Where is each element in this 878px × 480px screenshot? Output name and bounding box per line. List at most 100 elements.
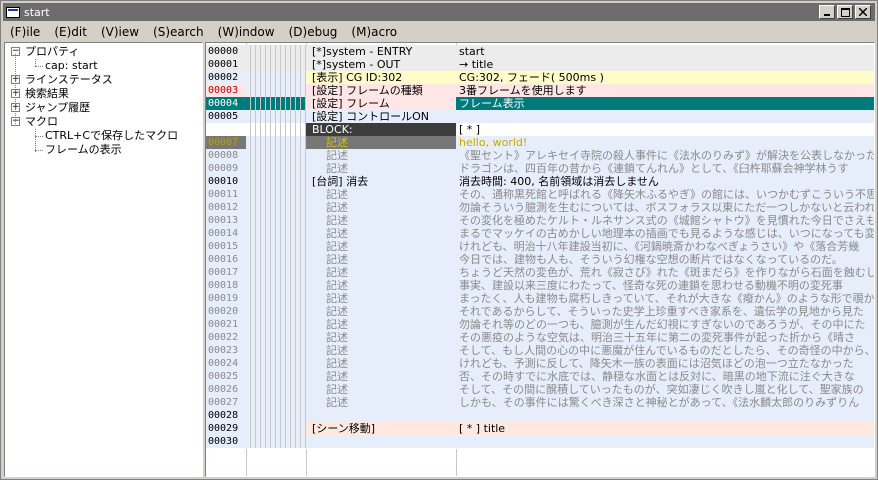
- argument-cell[interactable]: 《聖セント》アレキセイ寺院の殺人事件に《法水のりみず》が解決を公表しなかった: [456, 149, 874, 162]
- argument-cell[interactable]: しかも、その事件には驚くべき深さと神秘とがあって、《法水麟太郎のりみずりん: [456, 396, 874, 409]
- command-cell[interactable]: [306, 435, 456, 448]
- table-row[interactable]: 00003 [設定] フレームの種類 3番フレームを使用します: [206, 84, 874, 98]
- tree-item[interactable]: cap: start: [45, 59, 98, 73]
- argument-cell[interactable]: 3番フレームを使用します: [456, 84, 874, 97]
- tree-item[interactable]: ラインステータス: [25, 73, 113, 87]
- menu-view[interactable]: (V)iew: [94, 25, 146, 39]
- tree-item[interactable]: プロパティ: [25, 45, 79, 59]
- tree-panel[interactable]: プロパティ − cap: start ラインステータス + 検索結果 + ジャンプ履歴 + マクロ…: [4, 42, 203, 477]
- window-icon[interactable]: [6, 6, 20, 18]
- command-cell[interactable]: 記述: [306, 188, 456, 201]
- table-row[interactable]: 00007 記述 hello, world!: [206, 136, 874, 150]
- command-cell[interactable]: 記述: [306, 266, 456, 279]
- table-row[interactable]: 00000 [*]system - ENTRY start: [206, 45, 874, 59]
- command-cell[interactable]: 記述: [306, 162, 456, 175]
- command-cell[interactable]: 記述: [306, 344, 456, 357]
- table-row[interactable]: 00005 [設定] コントロールON: [206, 110, 874, 124]
- command-cell[interactable]: 記述: [306, 305, 456, 318]
- argument-cell[interactable]: start: [456, 45, 874, 58]
- table-row[interactable]: 00025 記述 否、その時すでに水底では、静穏な水面とは反対に、暗黒の地下流に注ぐ…: [206, 370, 874, 384]
- table-row[interactable]: 00008 記述 《聖セント》アレキセイ寺院の殺人事件に《法水のりみず》が解決を公表…: [206, 149, 874, 163]
- command-cell[interactable]: 記述: [306, 396, 456, 409]
- table-row[interactable]: 00010 [台詞] 消去 消去時間: 400, 名前領域は消去しません: [206, 175, 874, 189]
- table-row[interactable]: BLOCK:[ * ]: [206, 123, 874, 137]
- argument-cell[interactable]: 今日では、建物も人も、そういう幻権な空想の断片ではなくなっているのだ。: [456, 253, 874, 266]
- argument-cell[interactable]: [ * ] title: [456, 422, 874, 435]
- command-cell[interactable]: 記述: [306, 201, 456, 214]
- table-row[interactable]: 00012 記述 勿論そういう臆測を生むについては、ボスフォラス以東にただ一つしかな…: [206, 201, 874, 215]
- argument-cell[interactable]: まるでマッケイの古めかしい地理本の插画でも見るような感じは、いつになっても変ら: [456, 227, 874, 240]
- argument-cell[interactable]: フレーム表示: [456, 97, 874, 110]
- command-cell[interactable]: [設定] フレームの種類: [306, 84, 456, 97]
- command-cell[interactable]: 記述: [306, 253, 456, 266]
- argument-cell[interactable]: それであるからして、そういった史学上珍重すべき家系を、遺伝学の見地から見た: [456, 305, 874, 318]
- command-cell[interactable]: 記述: [306, 214, 456, 227]
- table-row[interactable]: 00009 記述 ドラゴンは、四百年の昔から《連鎖てんれん》として、《臼杵耶蘇会神学…: [206, 162, 874, 176]
- table-row[interactable]: 00020 記述 それであるからして、そういった史学上珍重すべき家系を、遺伝学の見地…: [206, 305, 874, 319]
- argument-cell[interactable]: ちょうど天然の変色が、荒れ《寂さび》れた《斑まだら》を作りながら石面を蝕むし: [456, 266, 874, 279]
- command-cell[interactable]: [*]system - OUT: [306, 58, 456, 71]
- menu-edit[interactable]: (E)dit: [47, 25, 94, 39]
- argument-cell[interactable]: そして、その間に醗積していったものが、突如凄じく吹きし嵐と化して、聖家族の: [456, 383, 874, 396]
- table-row[interactable]: 00026 記述 そして、その間に醗積していったものが、突如凄じく吹きし嵐と化して、…: [206, 383, 874, 397]
- argument-cell[interactable]: その悪疫のような空気は、明治三十五年に第二の変死事件が起った折から《晴さ: [456, 331, 874, 344]
- script-grid[interactable]: 00000 [*]system - ENTRY start 00001 [*]syste…: [205, 42, 875, 477]
- argument-cell[interactable]: 否、その時すでに水底では、静穏な水面とは反対に、暗黒の地下流に注ぐ大きな: [456, 370, 874, 383]
- command-cell[interactable]: 記述: [306, 357, 456, 370]
- tree-item[interactable]: フレームの表示: [45, 143, 122, 157]
- argument-cell[interactable]: まったく、人も建物も腐朽しきっていて、それが大きな《癈かん》のような形で覗かれ: [456, 292, 874, 305]
- command-cell[interactable]: BLOCK:: [306, 123, 456, 136]
- command-cell[interactable]: 記述: [306, 227, 456, 240]
- argument-cell[interactable]: [456, 435, 874, 448]
- argument-cell[interactable]: その、通称黒死館と呼ばれる《降矢木ふるやぎ》の館には、いつかむずこういう不思: [456, 188, 874, 201]
- argument-cell[interactable]: 勿論そういう臆測を生むについては、ボスフォラス以東にただ一つしかないと云われ: [456, 201, 874, 214]
- argument-cell[interactable]: ドラゴンは、四百年の昔から《連鎖てんれん》として、《臼杵耶蘇会神学林うす: [456, 162, 874, 175]
- close-button[interactable]: [855, 5, 871, 19]
- title-bar[interactable]: start: [3, 3, 875, 21]
- command-cell[interactable]: [設定] コントロールON: [306, 110, 456, 123]
- command-cell[interactable]: 記述: [306, 279, 456, 292]
- argument-cell[interactable]: [456, 110, 874, 123]
- argument-cell[interactable]: CG:302, フェード( 500ms ): [456, 71, 874, 84]
- table-row[interactable]: 00023 記述 そして、もし人間の心の中に悪魔が住んでいるものだとしたら、その奇怪…: [206, 344, 874, 358]
- table-row[interactable]: 00019 記述 まったく、人も建物も腐朽しきっていて、それが大きな《癈かん》のよう…: [206, 292, 874, 306]
- command-cell[interactable]: 記述: [306, 370, 456, 383]
- table-row[interactable]: 00015 記述 けれども、明治十八年建設当初に、《河鍋暁斎かわなべぎょうさい》や《…: [206, 240, 874, 254]
- command-cell[interactable]: 記述: [306, 318, 456, 331]
- table-row[interactable]: 00013 記述 その変化を極めたケルト・ルネサンス式の《城館シャトウ》を見慣れた今…: [206, 214, 874, 228]
- argument-cell[interactable]: 消去時間: 400, 名前領域は消去しません: [456, 175, 874, 188]
- argument-cell[interactable]: [ * ]: [456, 123, 874, 136]
- menu-macro[interactable]: (M)acro: [344, 25, 404, 39]
- table-row[interactable]: 00022 記述 その悪疫のような空気は、明治三十五年に第二の変死事件が起った折から…: [206, 331, 874, 345]
- command-cell[interactable]: [306, 409, 456, 422]
- command-cell[interactable]: [表示] CG ID:302: [306, 71, 456, 84]
- command-cell[interactable]: 記述: [306, 136, 456, 149]
- table-row[interactable]: 00017 記述 ちょうど天然の変色が、荒れ《寂さび》れた《斑まだら》を作りながら石…: [206, 266, 874, 280]
- command-cell[interactable]: 記述: [306, 240, 456, 253]
- table-row[interactable]: 00028: [206, 409, 874, 423]
- command-cell[interactable]: 記述: [306, 292, 456, 305]
- command-cell[interactable]: [*]system - ENTRY: [306, 45, 456, 58]
- command-cell[interactable]: [設定] フレーム: [306, 97, 456, 110]
- minimize-button[interactable]: [819, 5, 835, 19]
- command-cell[interactable]: [シーン移動]: [306, 422, 456, 435]
- argument-cell[interactable]: hello, world!: [456, 136, 874, 149]
- tree-item[interactable]: 検索結果: [25, 87, 69, 101]
- tree-item[interactable]: マクロ: [25, 115, 58, 129]
- table-row[interactable]: 00004 [設定] フレーム フレーム表示: [206, 97, 874, 111]
- table-row[interactable]: 00029 [シーン移動][ * ] title: [206, 422, 874, 436]
- command-cell[interactable]: [台詞] 消去: [306, 175, 456, 188]
- argument-cell[interactable]: そして、もし人間の心の中に悪魔が住んでいるものだとしたら、その奇怪の中から、: [456, 344, 874, 357]
- table-row[interactable]: 00021 記述 勿論それ等のどの一つも、臆測が生んだ幻視にすぎないのであろうが、そ…: [206, 318, 874, 332]
- table-row[interactable]: 00027 記述 しかも、その事件には驚くべき深さと神秘とがあって、《法水麟太郎のり…: [206, 396, 874, 410]
- table-row[interactable]: 00018 記述 事実、建設以来三度にわたって、怪奇な死の連鎖を思わせる動機不明の変…: [206, 279, 874, 293]
- table-row[interactable]: 00024 記述 けれども、予測に反して、降矢木一族の表面には沼気ほどの泡一つ立たな…: [206, 357, 874, 371]
- command-cell[interactable]: 記述: [306, 149, 456, 162]
- table-row[interactable]: 00014 記述 まるでマッケイの古めかしい地理本の插画でも見るような感じは、いつに…: [206, 227, 874, 241]
- table-row[interactable]: 00030: [206, 435, 874, 449]
- argument-cell[interactable]: 勿論それ等のどの一つも、臆測が生んだ幻視にすぎないのであろうが、その中にた: [456, 318, 874, 331]
- table-row[interactable]: 00016 記述 今日では、建物も人も、そういう幻権な空想の断片ではなくなっているの…: [206, 253, 874, 267]
- maximize-button[interactable]: [837, 5, 853, 19]
- table-row[interactable]: 00011 記述 その、通称黒死館と呼ばれる《降矢木ふるやぎ》の館には、いつかむずこ…: [206, 188, 874, 202]
- command-cell[interactable]: 記述: [306, 331, 456, 344]
